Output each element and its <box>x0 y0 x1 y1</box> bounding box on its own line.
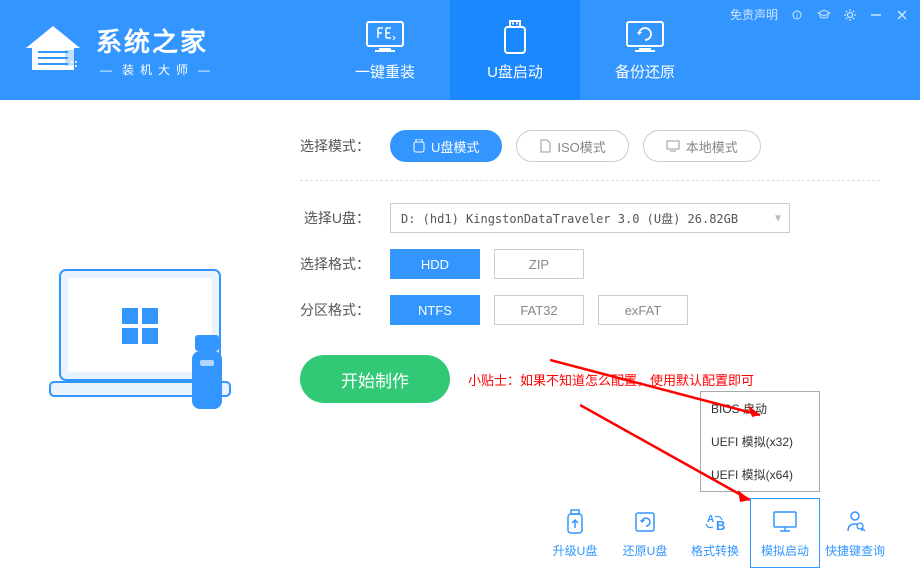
svg-text:B: B <box>716 518 725 533</box>
tab-label: U盘启动 <box>487 61 543 82</box>
action-label: 模拟启动 <box>761 542 809 559</box>
pill-label: ISO模式 <box>557 137 605 156</box>
boot-mode-popup: BIOS 启动 UEFI 模拟(x32) UEFI 模拟(x64) <box>700 391 820 492</box>
titlebar: 免责声明 i <box>730 6 910 23</box>
pill-label: 本地模式 <box>686 137 738 156</box>
monitor-small-icon <box>666 140 680 152</box>
tab-label: 一键重装 <box>355 61 415 82</box>
header: 免责声明 i 系统之家 装机大师 一键重装 <box>0 0 920 100</box>
action-hotkey-query[interactable]: 快捷键查询 <box>820 498 890 568</box>
usb-up-icon <box>561 508 589 536</box>
info-icon: i <box>792 10 802 20</box>
monitor-boot-icon <box>771 508 799 536</box>
start-button[interactable]: 开始制作 <box>300 355 450 403</box>
search-person-icon <box>841 508 869 536</box>
partition-fat32-button[interactable]: FAT32 <box>494 295 584 325</box>
action-label: 格式转换 <box>691 542 739 559</box>
mode-label: 选择模式： <box>300 136 390 156</box>
popup-uefi32[interactable]: UEFI 模拟(x32) <box>701 425 819 458</box>
mode-row: 选择模式： U盘模式 ISO模式 本地模式 <box>300 130 880 162</box>
convert-icon: AB <box>701 508 729 536</box>
svg-text:A: A <box>707 514 714 525</box>
usb-row: 选择U盘： D: (hd1) KingstonDataTraveler 3.0 … <box>300 203 880 233</box>
mode-local-pill[interactable]: 本地模式 <box>643 130 761 162</box>
format-row: 选择格式： HDD ZIP <box>300 249 880 279</box>
tab-reinstall[interactable]: 一键重装 <box>320 0 450 100</box>
graduation-icon[interactable] <box>816 7 832 23</box>
restore-small-icon <box>631 508 659 536</box>
usb-label: 选择U盘： <box>300 208 390 228</box>
format-zip-button[interactable]: ZIP <box>494 249 584 279</box>
partition-label: 分区格式： <box>300 300 390 320</box>
usb-device-icon <box>494 19 536 55</box>
action-label: 还原U盘 <box>623 542 668 559</box>
logo-subtitle: 装机大师 <box>96 61 220 78</box>
usb-select[interactable]: D: (hd1) KingstonDataTraveler 3.0 (U盘) 2… <box>390 203 790 233</box>
partition-ntfs-button[interactable]: NTFS <box>390 295 480 325</box>
main: 选择模式： U盘模式 ISO模式 本地模式 选择U盘： <box>0 100 920 580</box>
file-icon <box>539 139 551 153</box>
bottom-actions: 升级U盘 还原U盘 AB 格式转换 模拟启动 快捷键查询 <box>540 498 890 568</box>
tab-usb-boot[interactable]: U盘启动 <box>450 0 580 100</box>
gear-icon[interactable] <box>842 7 858 23</box>
tip-text: 小贴士：如果不知道怎么配置，使用默认配置即可 <box>468 370 754 389</box>
usb-small-icon <box>413 139 425 153</box>
nav-tabs: 一键重装 U盘启动 备份还原 <box>320 0 710 100</box>
close-button[interactable] <box>894 7 910 23</box>
mode-usb-pill[interactable]: U盘模式 <box>390 130 502 162</box>
partition-exfat-button[interactable]: exFAT <box>598 295 688 325</box>
action-restore-usb[interactable]: 还原U盘 <box>610 498 680 568</box>
logo-title: 系统之家 <box>96 22 220 59</box>
popup-uefi64[interactable]: UEFI 模拟(x64) <box>701 458 819 491</box>
tab-label: 备份还原 <box>615 61 675 82</box>
partition-row: 分区格式： NTFS FAT32 exFAT <box>300 295 880 325</box>
restore-icon <box>624 19 666 55</box>
format-hdd-button[interactable]: HDD <box>390 249 480 279</box>
format-label: 选择格式： <box>300 254 390 274</box>
divider <box>300 180 880 181</box>
popup-bios[interactable]: BIOS 启动 <box>701 392 819 425</box>
mode-iso-pill[interactable]: ISO模式 <box>516 130 628 162</box>
house-icon <box>18 20 88 80</box>
minimize-button[interactable] <box>868 7 884 23</box>
action-upgrade-usb[interactable]: 升级U盘 <box>540 498 610 568</box>
disclaimer-link[interactable]: 免责声明 <box>730 6 778 23</box>
action-label: 快捷键查询 <box>825 542 885 559</box>
action-format-convert[interactable]: AB 格式转换 <box>680 498 750 568</box>
action-simulate-boot[interactable]: 模拟启动 <box>750 498 820 568</box>
tab-backup[interactable]: 备份还原 <box>580 0 710 100</box>
usb-selected-value: D: (hd1) KingstonDataTraveler 3.0 (U盘) 2… <box>401 210 738 227</box>
illustration <box>0 100 300 580</box>
logo: 系统之家 装机大师 <box>0 20 320 80</box>
content-panel: 选择模式： U盘模式 ISO模式 本地模式 选择U盘： <box>300 100 920 580</box>
monitor-icon <box>364 19 406 55</box>
pill-label: U盘模式 <box>431 137 479 156</box>
action-label: 升级U盘 <box>553 542 598 559</box>
